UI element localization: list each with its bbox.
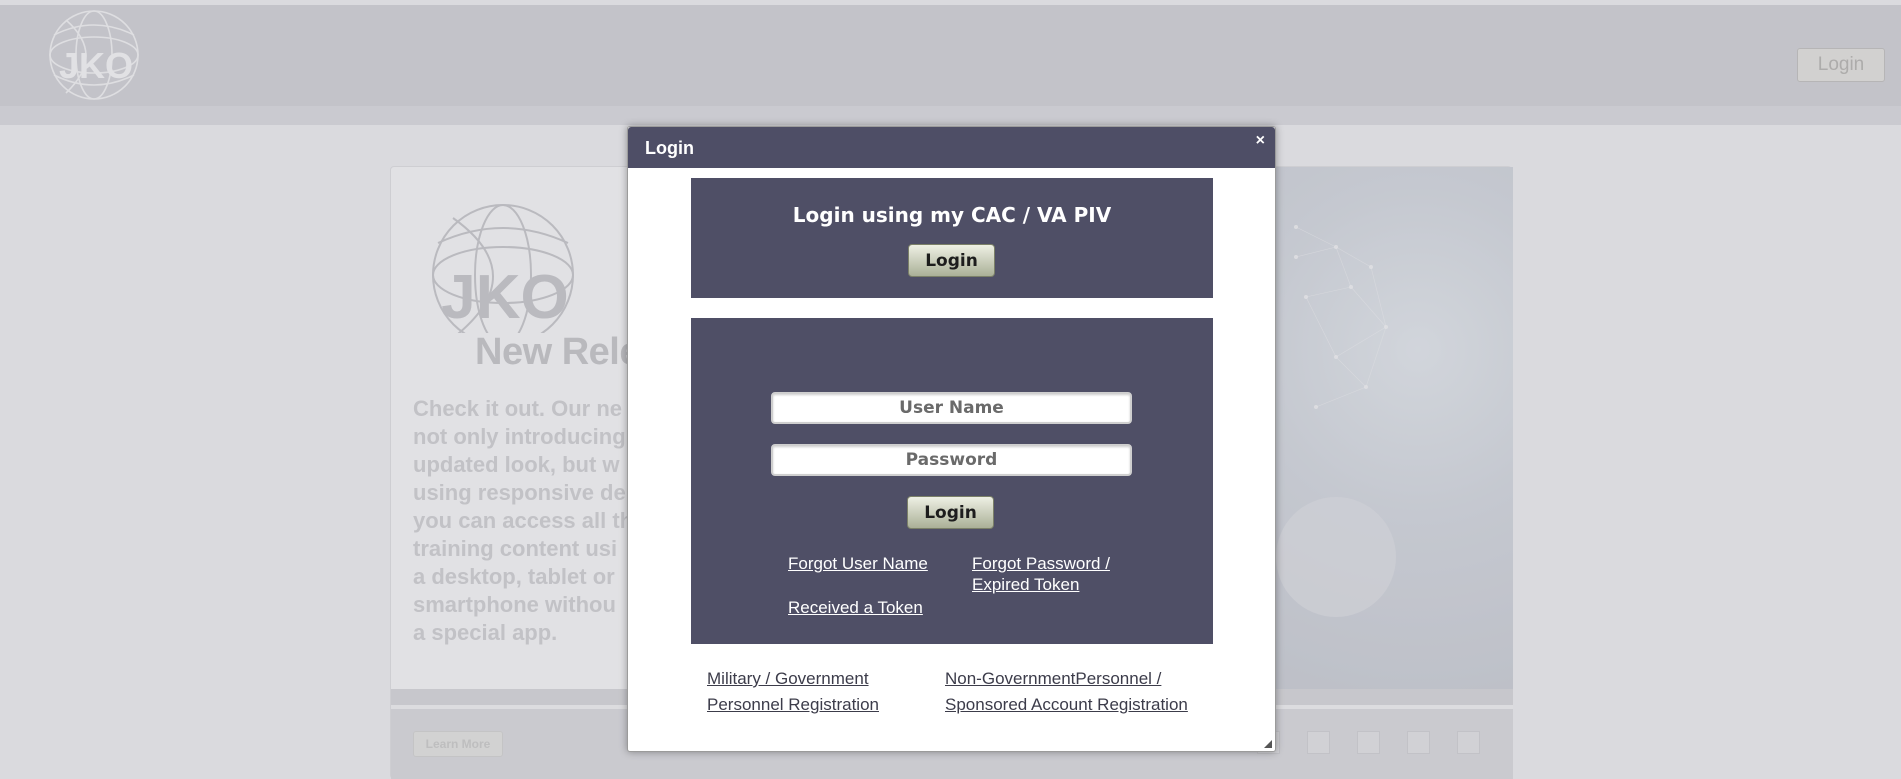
promo-line: you can access all th [413,508,634,533]
login-dialog: Login × Login using my CAC / VA PIV Logi… [627,126,1276,752]
promo-line: a special app. [413,620,558,645]
promo-logo-text: JKO [441,263,568,332]
carousel-dot[interactable] [1457,731,1480,754]
cac-login-section: Login using my CAC / VA PIV Login [691,178,1213,298]
non-government-registration-link[interactable]: Non-GovernmentPersonnel / Sponsored Acco… [945,666,1225,718]
learn-more-button[interactable]: Learn More [413,731,503,757]
promo-line: a desktop, tablet or [413,564,615,589]
resize-grip-icon[interactable] [1264,740,1272,748]
promo-left: JKO New Rele Check it out. Our ne not on… [391,167,641,689]
promo-text: Check it out. Our ne not only introducin… [413,395,643,647]
logo-text: JKO [59,45,133,86]
carousel-indicators [1257,731,1480,754]
username-input[interactable]: User Name [771,392,1132,424]
promo-line: not only introducing [413,424,626,449]
promo-line: smartphone withou [413,592,616,617]
promo-heading: New Rele [475,331,640,373]
carousel-dot[interactable] [1357,731,1380,754]
network-graphic [1276,225,1396,617]
carousel-dot[interactable] [1307,731,1330,754]
forgot-password-link[interactable]: Forgot Password / Expired Token [972,553,1152,595]
close-icon[interactable]: × [1256,133,1265,149]
jko-logo: JKO [49,10,139,100]
promo-line: updated look, but w [413,452,620,477]
cac-login-heading: Login using my CAC / VA PIV [792,203,1112,227]
dialog-titlebar[interactable]: Login × [628,127,1275,168]
site-subheader [0,106,1901,125]
promo-line: Check it out. Our ne [413,396,623,421]
received-token-link[interactable]: Received a Token [788,597,923,618]
jko-promo-logo: JKO [432,204,574,333]
header-login-button[interactable]: Login [1797,48,1885,82]
promo-image [1276,167,1513,689]
cac-login-button[interactable]: Login [908,244,995,277]
credential-login-button[interactable]: Login [907,496,994,529]
promo-line: using responsive de [413,480,626,505]
forgot-username-link[interactable]: Forgot User Name [788,553,928,574]
promo-line: training content usi [413,536,618,561]
credential-login-section: User Name Password Login Forgot User Nam… [691,318,1213,644]
military-registration-link[interactable]: Military / Government Personnel Registra… [707,666,907,718]
dialog-title: Login [645,138,694,158]
carousel-dot[interactable] [1407,731,1430,754]
password-input[interactable]: Password [771,444,1132,476]
site-header [0,5,1901,106]
